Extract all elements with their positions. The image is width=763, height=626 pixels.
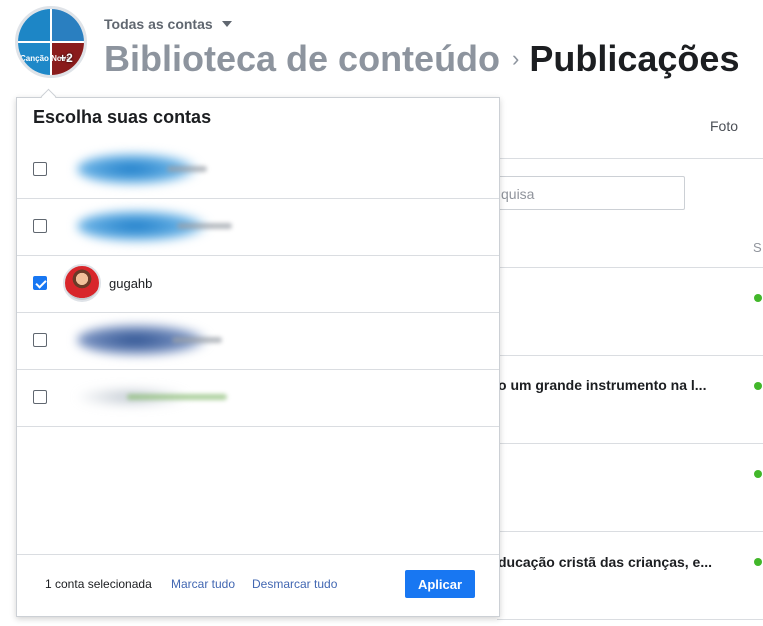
account-switcher-label: Todas as contas: [104, 16, 213, 32]
search-input[interactable]: quisa: [480, 176, 685, 210]
status-dot: [754, 294, 762, 302]
account-picker-popover: Escolha suas contas gugahb 1 conta selec…: [16, 97, 500, 617]
deselect-all-link[interactable]: Desmarcar tudo: [252, 577, 337, 591]
account-row[interactable]: gugahb: [17, 255, 499, 313]
tab-photo[interactable]: Foto: [710, 118, 738, 134]
post-title[interactable]: o um grande instrumento na l...: [498, 377, 706, 393]
redacted-account-name: [177, 223, 232, 229]
redacted-account-name: [167, 166, 207, 172]
account-checkbox[interactable]: [33, 162, 47, 176]
status-dot: [754, 382, 762, 390]
breadcrumb-content-library[interactable]: Biblioteca de conteúdo: [104, 38, 500, 80]
select-all-link[interactable]: Marcar tudo: [171, 577, 235, 591]
tab-divider: [497, 158, 763, 159]
selected-count: 1 conta selecionada: [45, 577, 152, 591]
avatar-more-count: +2: [59, 51, 73, 65]
popover-title: Escolha suas contas: [33, 107, 212, 127]
chevron-right-icon: ›: [512, 46, 520, 71]
account-avatar: [63, 264, 101, 302]
status-dot: [754, 470, 762, 478]
status-dot: [754, 558, 762, 566]
popover-footer: 1 conta selecionada Marcar tudo Desmarca…: [17, 554, 499, 616]
row-divider: [497, 619, 763, 620]
account-row[interactable]: [17, 198, 499, 256]
redacted-account-name: [172, 337, 222, 343]
post-title[interactable]: ducação cristã das crianças, e...: [498, 554, 712, 570]
row-divider: [497, 443, 763, 444]
row-divider: [497, 355, 763, 356]
account-checkbox[interactable]: [33, 333, 47, 347]
accounts-avatar[interactable]: Canção Nova +2: [15, 6, 87, 78]
breadcrumb: Biblioteca de conteúdo › Publicações: [104, 38, 739, 80]
search-placeholder: quisa: [501, 186, 535, 202]
page-title: Publicações: [529, 38, 740, 79]
account-logo-1: [18, 9, 51, 42]
avatar-divider: [18, 41, 84, 43]
account-row[interactable]: [17, 369, 499, 427]
row-divider: [497, 531, 763, 532]
account-name: gugahb: [109, 276, 153, 291]
redacted-account-name: [127, 394, 227, 400]
account-switcher[interactable]: Todas as contas: [104, 16, 232, 32]
account-logo-2: [51, 9, 84, 42]
account-checkbox[interactable]: [33, 390, 47, 404]
apply-button[interactable]: Aplicar: [405, 570, 475, 598]
caret-down-icon: [221, 21, 232, 27]
account-checkbox-checked[interactable]: [33, 276, 47, 290]
account-checkbox[interactable]: [33, 219, 47, 233]
account-row[interactable]: [17, 312, 499, 370]
status-column-header: S: [753, 240, 762, 255]
account-row[interactable]: [17, 141, 499, 199]
row-divider: [497, 267, 763, 268]
